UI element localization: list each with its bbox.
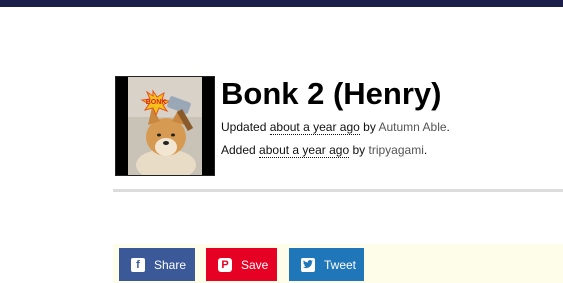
meme-thumbnail-image: BONK (116, 77, 214, 175)
facebook-icon: f (131, 257, 145, 272)
pinterest-save-button[interactable]: P Save (206, 248, 277, 281)
pinterest-icon: P (218, 257, 232, 272)
added-suffix: . (423, 143, 428, 157)
twitter-icon (301, 257, 315, 272)
added-user-link[interactable]: tripyagami (369, 143, 424, 157)
facebook-share-button[interactable]: f Share (119, 248, 195, 281)
top-nav-bar (0, 0, 563, 7)
twitter-tweet-button[interactable]: Tweet (289, 248, 364, 281)
added-prefix: Added (221, 143, 256, 157)
facebook-share-label: Share (154, 257, 187, 272)
meme-entry: BONK Bonk 2 (Henry) Updated about a year… (115, 76, 563, 176)
updated-prefix: Updated (221, 120, 267, 134)
bonk-text: BONK (146, 99, 167, 106)
meme-title: Bonk 2 (Henry) (221, 76, 442, 111)
meme-thumbnail[interactable]: BONK (115, 76, 215, 176)
added-info: Added about a year ago by tripyagami. (221, 143, 427, 158)
updated-by: by (363, 120, 376, 134)
twitter-tweet-label: Tweet (324, 257, 357, 272)
pinterest-save-label: Save (241, 257, 269, 272)
updated-suffix: . (446, 120, 450, 134)
added-by: by (352, 143, 366, 157)
updated-info: Updated about a year ago by Autumn Able. (221, 120, 450, 135)
added-time: about a year ago (259, 143, 350, 158)
section-divider (113, 189, 563, 192)
updated-time: about a year ago (269, 120, 360, 135)
updated-user-link[interactable]: Autumn Able (379, 120, 447, 134)
